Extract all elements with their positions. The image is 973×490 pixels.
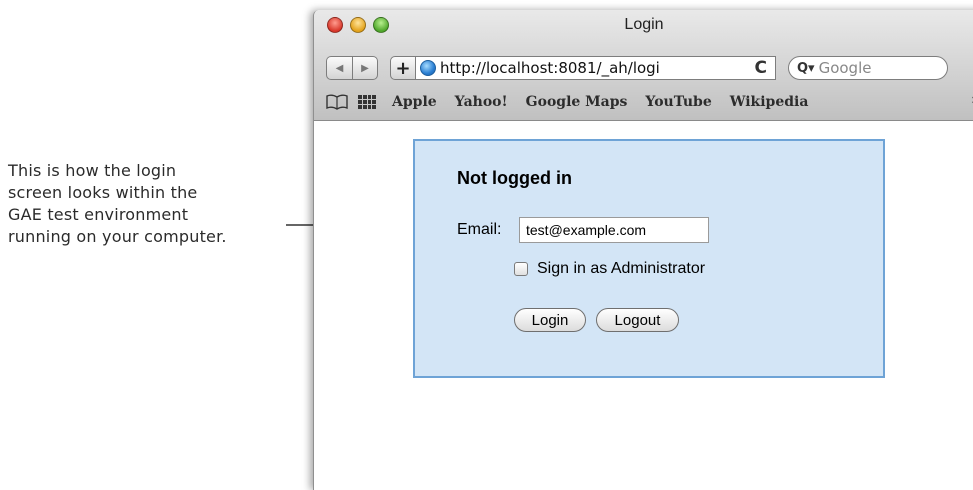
forward-button[interactable]: ▶ [352,56,378,80]
admin-checkbox[interactable] [514,262,528,276]
nav-buttons: ◀ ▶ [326,56,378,80]
bookmark-google-maps[interactable]: Google Maps [526,94,628,110]
bookmark-youtube[interactable]: YouTube [645,94,711,110]
email-label: Email: [457,221,502,238]
bookmark-apple[interactable]: Apple [392,94,437,110]
annotation-line: GAE test environment [8,205,189,224]
back-arrow-icon: ◀ [335,62,344,74]
forward-arrow-icon: ▶ [361,62,369,74]
annotation-note: This is how the login screen looks withi… [8,160,288,248]
browser-window: Login ◀ ▶ + http://localhost:8081/_ah/lo… [313,10,973,490]
admin-option[interactable]: Sign in as Administrator [514,260,705,278]
reload-icon[interactable]: C [755,58,767,78]
add-bookmark-button[interactable]: + [390,56,416,80]
admin-checkbox-label: Sign in as Administrator [537,260,706,277]
search-field[interactable]: Q▾ Google [788,56,948,80]
address-bar[interactable]: http://localhost:8081/_ah/logi C [416,56,776,80]
email-field[interactable] [519,217,709,243]
annotation-line: This is how the login [8,161,177,180]
login-button[interactable]: Login [514,308,586,332]
annotation-line: running on your computer. [8,227,227,246]
toolbar: ◀ ▶ + http://localhost:8081/_ah/logi C Q… [326,54,948,82]
bookmark-wikipedia[interactable]: Wikipedia [730,94,809,110]
back-button[interactable]: ◀ [326,56,352,80]
title-bar: Login ◀ ▶ + http://localhost:8081/_ah/lo… [314,10,973,121]
bookmarks-bar: Apple Yahoo! Google Maps YouTube Wikiped… [326,90,973,114]
bookmark-yahoo[interactable]: Yahoo! [455,94,508,110]
login-box: Not logged in Email: Sign in as Administ… [413,139,885,378]
top-sites-grid-icon[interactable] [358,95,376,109]
login-status-heading: Not logged in [457,168,572,188]
url-text[interactable]: http://localhost:8081/_ah/logi [440,59,744,77]
book-icon[interactable] [326,94,348,110]
search-icon: Q▾ [797,60,815,76]
logout-button[interactable]: Logout [596,308,679,332]
window-title: Login [624,16,664,33]
search-placeholder: Google [818,59,872,77]
globe-icon [420,60,436,76]
annotation-line: screen looks within the [8,183,198,202]
